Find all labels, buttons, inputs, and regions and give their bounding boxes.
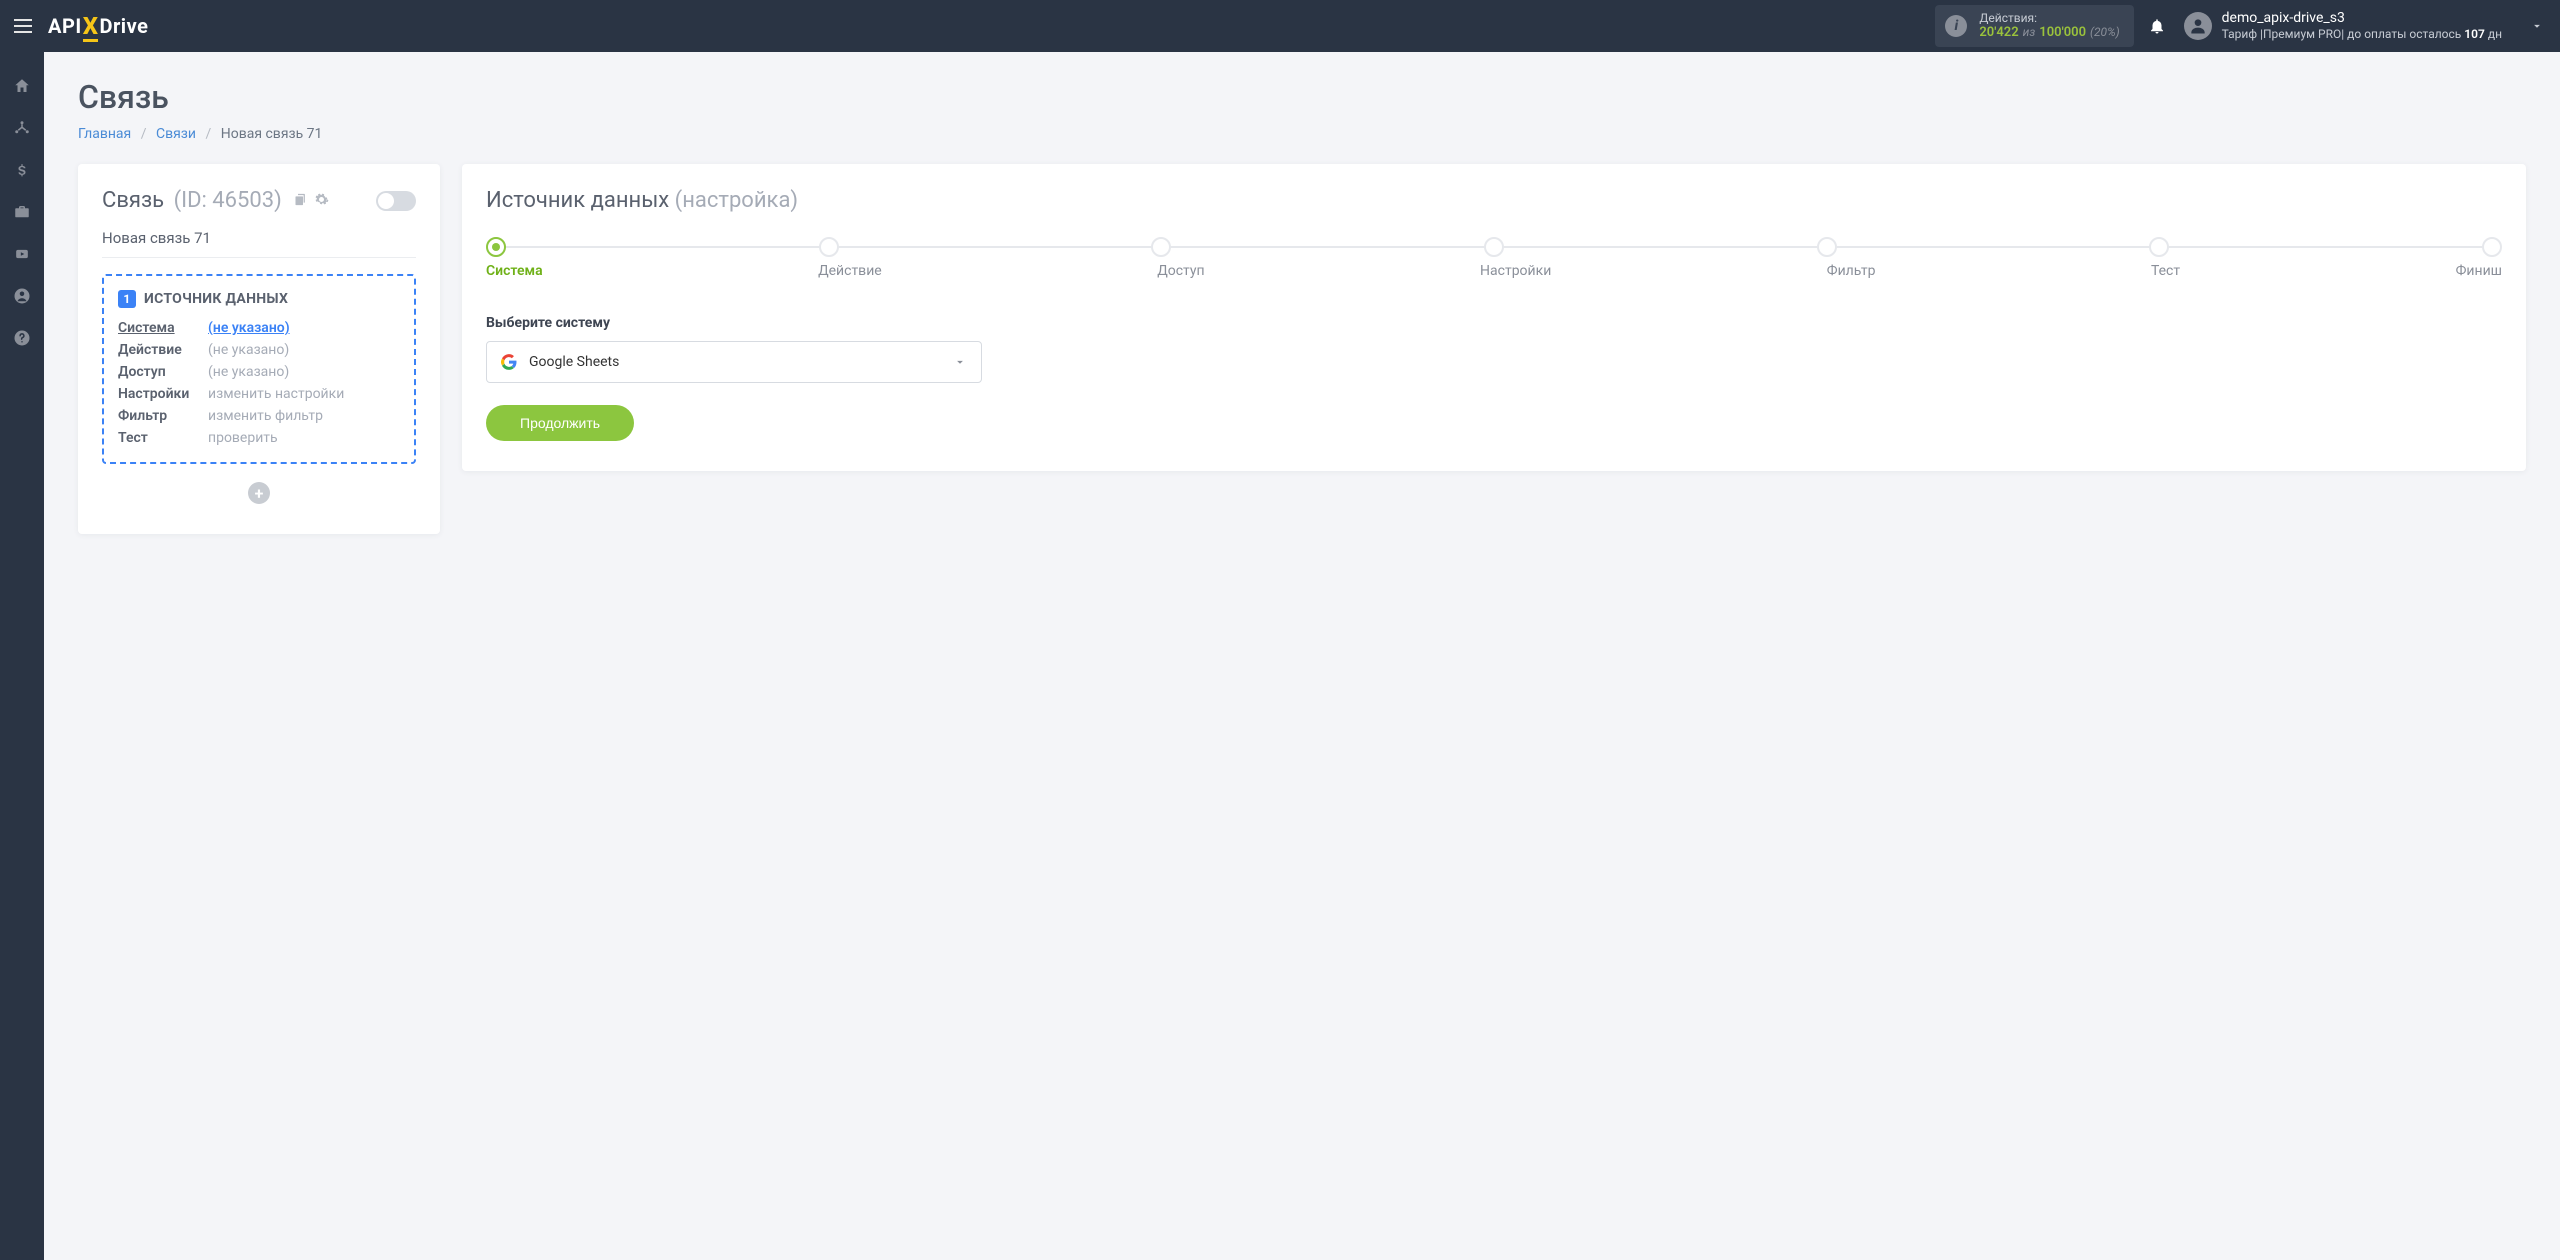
menu-toggle-button[interactable] [14, 19, 32, 33]
breadcrumb-home[interactable]: Главная [78, 126, 131, 142]
step-dot-settings[interactable] [1484, 237, 1504, 257]
step-label-settings: Настройки [1480, 263, 1551, 279]
step-label-action: Действие [818, 263, 882, 279]
nav-billing[interactable] [0, 150, 44, 190]
connection-toggle[interactable] [376, 191, 416, 211]
step-label-filter: Фильтр [1827, 263, 1876, 279]
source-block: 1 ИСТОЧНИК ДАННЫХ Система (не указано) Д… [102, 274, 416, 464]
stepper: Система Действие Доступ Настройки Фильтр… [486, 237, 2502, 279]
step-label-access: Доступ [1157, 263, 1204, 279]
actions-of: из [2023, 25, 2036, 39]
actions-total: 100'000 [2039, 25, 2086, 41]
nav-home[interactable] [0, 66, 44, 106]
google-icon [501, 354, 517, 370]
step-dot-system[interactable] [486, 237, 506, 257]
notifications-icon[interactable] [2148, 17, 2166, 35]
system-select-value: Google Sheets [529, 354, 619, 370]
sidebar [0, 52, 44, 1260]
step-dot-access[interactable] [1151, 237, 1171, 257]
connection-title: Связь (ID: 46503) [102, 188, 329, 213]
chevron-down-icon[interactable] [2530, 19, 2544, 33]
step-dot-finish[interactable] [2482, 237, 2502, 257]
add-block-button[interactable]: + [248, 482, 270, 504]
continue-button[interactable]: Продолжить [486, 405, 634, 441]
row-access-value[interactable]: (не указано) [208, 364, 400, 380]
config-title: Источник данных [486, 188, 669, 213]
step-label-system: Система [486, 263, 543, 279]
nav-briefcase[interactable] [0, 192, 44, 232]
breadcrumb: Главная / Связи / Новая связь 71 [78, 126, 2526, 142]
system-select[interactable]: Google Sheets [486, 341, 982, 383]
step-label-test: Тест [2151, 263, 2180, 279]
config-card: Источник данных (настройка) [462, 164, 2526, 471]
connection-id: (ID: 46503) [174, 188, 282, 213]
step-dot-test[interactable] [2149, 237, 2169, 257]
row-action-value[interactable]: (не указано) [208, 342, 400, 358]
row-system-label[interactable]: Система [118, 320, 208, 336]
user-tariff: Тариф |Премиум PRO| до оплаты осталось 1… [2222, 27, 2502, 42]
row-settings-label[interactable]: Настройки [118, 386, 208, 402]
brand-logo[interactable]: API X Drive [48, 12, 148, 40]
source-block-number: 1 [118, 290, 136, 308]
page-body: Связь Главная / Связи / Новая связь 71 С… [44, 52, 2560, 560]
avatar-icon [2184, 12, 2212, 40]
actions-percent: (20%) [2090, 25, 2120, 39]
step-dot-action[interactable] [819, 237, 839, 257]
step-dot-filter[interactable] [1817, 237, 1837, 257]
row-system-value[interactable]: (не указано) [208, 320, 400, 336]
user-menu[interactable]: demo_apix-drive_s3 Тариф |Премиум PRO| д… [2184, 10, 2502, 43]
logo-x: X [83, 12, 99, 40]
nav-video[interactable] [0, 234, 44, 274]
user-name: demo_apix-drive_s3 [2222, 10, 2502, 28]
topbar: API X Drive i Действия: 20'422 из 100'00… [0, 0, 2560, 52]
nav-account[interactable] [0, 276, 44, 316]
row-filter-value[interactable]: изменить фильтр [208, 408, 400, 424]
row-test-label[interactable]: Тест [118, 430, 208, 446]
gear-icon[interactable] [314, 192, 329, 207]
actions-used: 20'422 [1979, 25, 2018, 41]
connection-name: Новая связь 71 [102, 229, 416, 247]
nav-connections[interactable] [0, 108, 44, 148]
actions-label: Действия: [1979, 11, 2119, 25]
chevron-down-icon [953, 355, 967, 369]
logo-api: API [48, 14, 82, 38]
breadcrumb-links[interactable]: Связи [156, 126, 196, 142]
system-select-label: Выберите систему [486, 315, 2502, 331]
breadcrumb-current: Новая связь 71 [221, 126, 323, 142]
row-action-label[interactable]: Действие [118, 342, 208, 358]
row-test-value[interactable]: проверить [208, 430, 400, 446]
info-icon: i [1945, 15, 1967, 37]
actions-quota-box[interactable]: i Действия: 20'422 из 100'000 (20%) [1935, 5, 2133, 47]
copy-icon[interactable] [293, 192, 308, 207]
source-block-title: ИСТОЧНИК ДАННЫХ [144, 291, 288, 307]
row-access-label[interactable]: Доступ [118, 364, 208, 380]
row-filter-label[interactable]: Фильтр [118, 408, 208, 424]
connection-summary-card: Связь (ID: 46503) Новая связь 71 [78, 164, 440, 534]
step-label-finish: Финиш [2456, 263, 2502, 279]
page-title: Связь [78, 78, 2526, 116]
logo-drive: Drive [99, 14, 148, 38]
config-subtitle: (настройка) [675, 188, 798, 213]
nav-help[interactable] [0, 318, 44, 358]
row-settings-value[interactable]: изменить настройки [208, 386, 400, 402]
